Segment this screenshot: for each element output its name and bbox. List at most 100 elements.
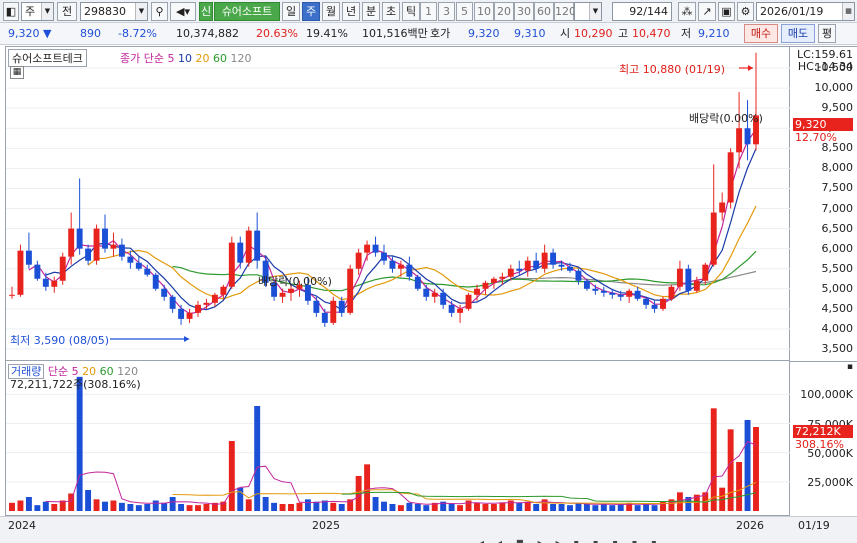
sin-badge[interactable]: 신 [199, 2, 213, 21]
candle-body[interactable] [609, 292, 616, 295]
volume-bar[interactable] [372, 497, 379, 511]
candle-body[interactable] [9, 294, 15, 296]
candle-body[interactable] [567, 266, 573, 271]
volume-bar[interactable] [279, 504, 286, 511]
volume-bar[interactable] [110, 500, 117, 512]
candle-body[interactable] [42, 278, 49, 287]
volume-bar[interactable] [203, 504, 210, 511]
candle-body[interactable] [211, 294, 218, 303]
volume-bar[interactable] [42, 501, 49, 511]
volume-bar[interactable] [651, 505, 658, 511]
period-button-3[interactable]: 년 [342, 2, 360, 21]
volume-bar[interactable] [152, 500, 159, 512]
volume-bar[interactable] [161, 502, 168, 511]
candle-body[interactable] [59, 256, 66, 281]
volume-bar[interactable] [330, 502, 337, 511]
candle-body[interactable] [51, 280, 58, 287]
volume-bar[interactable] [710, 408, 717, 511]
volume-bar[interactable] [186, 505, 193, 511]
volume-bar[interactable] [448, 504, 455, 511]
candle-body[interactable] [203, 302, 210, 305]
volume-bar[interactable] [406, 502, 413, 511]
save-icon[interactable]: ▣ [718, 2, 735, 21]
volume-bar[interactable] [474, 502, 480, 511]
candle-body[interactable] [643, 298, 650, 305]
candle-body[interactable] [68, 228, 75, 257]
candle-body[interactable] [482, 282, 489, 289]
candle-body[interactable] [321, 312, 328, 323]
volume-bar[interactable] [592, 505, 599, 511]
candle-body[interactable] [169, 296, 176, 309]
candle-body[interactable] [710, 212, 717, 265]
volume-panel[interactable]: 거래량 단순 5 20 60 120 72,211,722주(308.16%) [5, 361, 791, 516]
volume-bar[interactable] [558, 504, 565, 511]
layout-icon[interactable]: ◧ [3, 2, 19, 21]
volume-bar[interactable] [499, 502, 506, 511]
candle-body[interactable] [34, 264, 41, 279]
volume-bar[interactable] [296, 502, 303, 511]
candle-body[interactable] [431, 292, 438, 297]
candle-body[interactable] [490, 278, 497, 283]
volume-bar[interactable] [643, 504, 650, 511]
buy-button[interactable]: 매수 [744, 24, 778, 43]
candle-body[interactable] [381, 252, 387, 261]
volume-bar[interactable] [25, 497, 32, 511]
candle-body[interactable] [727, 152, 734, 203]
volume-bar[interactable] [313, 501, 320, 511]
volume-bar[interactable] [381, 501, 387, 511]
period-button-4[interactable]: 분 [362, 2, 380, 21]
minute-button-3[interactable]: 10 [474, 2, 494, 21]
candle-body[interactable] [516, 268, 523, 271]
candle-body[interactable] [102, 228, 108, 249]
volume-bar[interactable] [195, 505, 201, 511]
candle-body[interactable] [288, 288, 294, 293]
candle-body[interactable] [152, 274, 159, 289]
candle-body[interactable] [499, 276, 506, 279]
volume-bar[interactable] [304, 499, 311, 511]
candle-body[interactable] [533, 260, 540, 269]
volume-bar[interactable] [753, 427, 759, 511]
volume-bar[interactable] [533, 504, 540, 511]
sell-button[interactable]: 매도 [781, 24, 815, 43]
volume-bar[interactable] [423, 505, 430, 511]
eval-button[interactable]: 평 [818, 24, 836, 43]
volume-bar[interactable] [34, 505, 41, 511]
candle-body[interactable] [110, 244, 117, 249]
minute-select[interactable]: ▼ [574, 2, 602, 21]
candle-body[interactable] [744, 128, 751, 145]
panel-close-icon[interactable]: ▪ [847, 362, 853, 372]
volume-bar[interactable] [338, 504, 345, 511]
candle-body[interactable] [135, 262, 142, 269]
volume-bar[interactable] [93, 499, 100, 511]
volume-bar[interactable] [465, 500, 472, 512]
candle-body[interactable] [245, 230, 252, 263]
candle-body[interactable] [76, 228, 83, 249]
volume-bar[interactable] [736, 462, 743, 511]
code-input[interactable]: 298830 ▼ [80, 2, 148, 21]
volume-bar[interactable] [51, 504, 58, 511]
volume-bar[interactable] [482, 504, 489, 511]
volume-bar[interactable] [583, 504, 590, 511]
volume-bar[interactable] [524, 501, 531, 511]
candle-body[interactable] [592, 288, 599, 291]
chart-add-icon[interactable]: ↗ [698, 2, 716, 21]
candle-body[interactable] [279, 292, 286, 297]
volume-bar[interactable] [516, 502, 523, 511]
candle-body[interactable] [17, 250, 24, 295]
volume-bar[interactable] [617, 504, 624, 511]
candle-body[interactable] [338, 300, 345, 313]
volume-bar[interactable] [271, 502, 278, 511]
volume-bar[interactable] [245, 499, 252, 511]
candle-body[interactable] [457, 308, 464, 313]
period-button-5[interactable]: 초 [382, 2, 400, 21]
volume-bar[interactable] [76, 376, 83, 511]
stock-name-tab[interactable]: 슈어소프트 [214, 2, 280, 21]
candle-body[interactable] [676, 268, 683, 287]
volume-bar[interactable] [567, 505, 573, 511]
candle-body[interactable] [719, 202, 726, 213]
date-field[interactable]: 2026/01/19 ▦ [756, 2, 855, 21]
volume-bar[interactable] [550, 504, 557, 511]
candle-body[interactable] [550, 252, 557, 265]
candle-body[interactable] [161, 288, 168, 297]
volume-bar[interactable] [9, 502, 15, 511]
